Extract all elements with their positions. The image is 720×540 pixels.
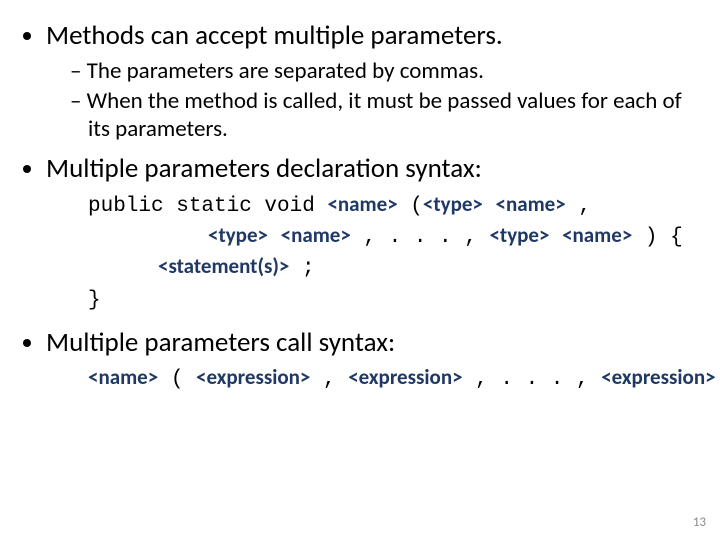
call-dots: . . . , xyxy=(500,368,601,391)
decl-lparen: ( xyxy=(398,195,423,218)
page-number: 13 xyxy=(693,515,706,530)
decl-statements: <statement(s)> xyxy=(158,253,289,279)
decl-pname-1: <name> xyxy=(496,191,566,217)
decl-pname-3: <name> xyxy=(562,222,632,248)
call-expr-1: <expression> xyxy=(196,364,310,390)
decl-dots: . . . , xyxy=(389,226,477,249)
bullet-1: Methods can accept multiple parameters. … xyxy=(46,20,692,143)
call-line-1: <name> ( <expression> , <expression> , .… xyxy=(88,363,692,394)
declaration-code: public static void <name> (<type> <name>… xyxy=(88,190,692,315)
decl-line-3: <statement(s)> ; xyxy=(88,252,692,283)
decl-sp-4 xyxy=(549,226,562,249)
decl-sp-1 xyxy=(483,195,496,218)
bullet-1-text: Methods can accept multiple parameters. xyxy=(46,19,503,52)
decl-sp-3 xyxy=(477,226,490,249)
slide: Methods can accept multiple parameters. … xyxy=(0,0,720,540)
decl-semi: ; xyxy=(289,257,314,280)
decl-type-1: <type> xyxy=(423,191,483,217)
decl-name-1: <name> xyxy=(327,191,397,217)
bullet-list: Methods can accept multiple parameters. … xyxy=(28,20,692,395)
decl-rparen-brace: ) { xyxy=(632,226,682,249)
call-lparen: ( xyxy=(158,368,196,391)
decl-line-2: <type> <name> , . . . , <type> <name> ) … xyxy=(88,221,692,252)
decl-keywords: public static void xyxy=(88,195,327,218)
decl-line-4: } xyxy=(88,284,692,315)
decl-rbrace: } xyxy=(88,289,101,312)
decl-comma-2: , xyxy=(351,226,389,249)
decl-type-2: <type> xyxy=(208,222,268,248)
call-comma-1: , xyxy=(310,368,348,391)
bullet-1-sub-1: The parameters are separated by commas. xyxy=(70,58,692,86)
call-expr-3: <expression> xyxy=(601,364,715,390)
decl-pname-2: <name> xyxy=(281,222,351,248)
call-name: <name> xyxy=(88,364,158,390)
call-code: <name> ( <expression> , <expression> , .… xyxy=(88,363,692,394)
bullet-2: Multiple parameters declaration syntax: … xyxy=(46,153,692,315)
call-rparen: ) ; xyxy=(716,368,720,391)
decl-line-1: public static void <name> (<type> <name>… xyxy=(88,190,692,221)
bullet-3: Multiple parameters call syntax: <name> … xyxy=(46,327,692,395)
bullet-1-sub-2: When the method is called, it must be pa… xyxy=(70,88,692,143)
decl-type-3: <type> xyxy=(489,222,549,248)
decl-sp-2 xyxy=(268,226,281,249)
bullet-1-sublist: The parameters are separated by commas. … xyxy=(70,58,692,143)
call-expr-2: <expression> xyxy=(348,364,462,390)
call-comma-2: , xyxy=(463,368,501,391)
decl-comma-1: , xyxy=(566,195,591,218)
bullet-2-text: Multiple parameters declaration syntax: xyxy=(46,152,482,185)
bullet-3-text: Multiple parameters call syntax: xyxy=(46,326,395,359)
